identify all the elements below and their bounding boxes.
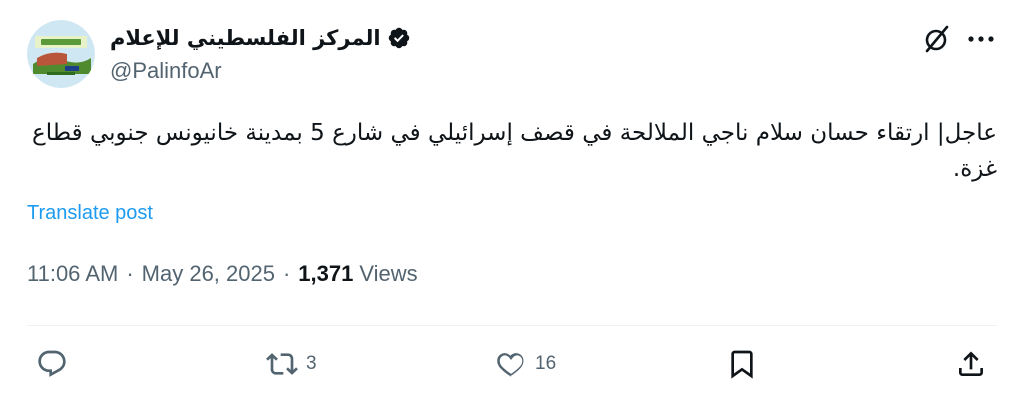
- avatar[interactable]: [27, 20, 95, 88]
- repost-button[interactable]: 3: [266, 348, 317, 380]
- views-count: 1,371: [298, 261, 354, 286]
- like-count: 16: [535, 353, 557, 374]
- divider: [27, 325, 997, 326]
- reply-button[interactable]: [36, 348, 76, 380]
- like-button[interactable]: 16: [495, 348, 556, 380]
- share-button[interactable]: [955, 348, 987, 380]
- avatar-logo: [27, 20, 95, 88]
- like-icon: [497, 353, 524, 377]
- translate-post-link[interactable]: Translate post: [27, 202, 153, 225]
- tweet-meta: 11:06 AM · May 26, 2025 · 1,371 Views: [27, 261, 418, 287]
- author-handle[interactable]: @PalinfoAr: [110, 58, 222, 84]
- more-icon[interactable]: [965, 24, 997, 54]
- meta-separator: ·: [282, 261, 291, 286]
- tweet-text: عاجل| ارتقاء حسان سلام ناجي الملالحة في …: [32, 120, 997, 182]
- meta-separator: ·: [126, 261, 134, 286]
- tweet: المركز الفلسطيني للإعلام @PalinfoAr عاجل…: [0, 0, 1024, 406]
- tweet-date[interactable]: May 26, 2025: [142, 261, 275, 287]
- share-icon: [959, 351, 983, 376]
- views-label: Views: [359, 261, 418, 286]
- repost-icon: [266, 353, 298, 375]
- author-name-row[interactable]: المركز الفلسطيني للإعلام: [110, 26, 411, 50]
- grok-icon[interactable]: [922, 24, 952, 54]
- bookmark-button[interactable]: [726, 348, 758, 380]
- repost-count: 3: [306, 353, 317, 374]
- reply-icon: [38, 350, 66, 377]
- tweet-time[interactable]: 11:06 AM: [27, 261, 118, 287]
- bookmark-icon: [731, 350, 753, 379]
- verified-badge-icon: [387, 26, 411, 50]
- display-name[interactable]: المركز الفلسطيني للإعلام: [110, 26, 381, 50]
